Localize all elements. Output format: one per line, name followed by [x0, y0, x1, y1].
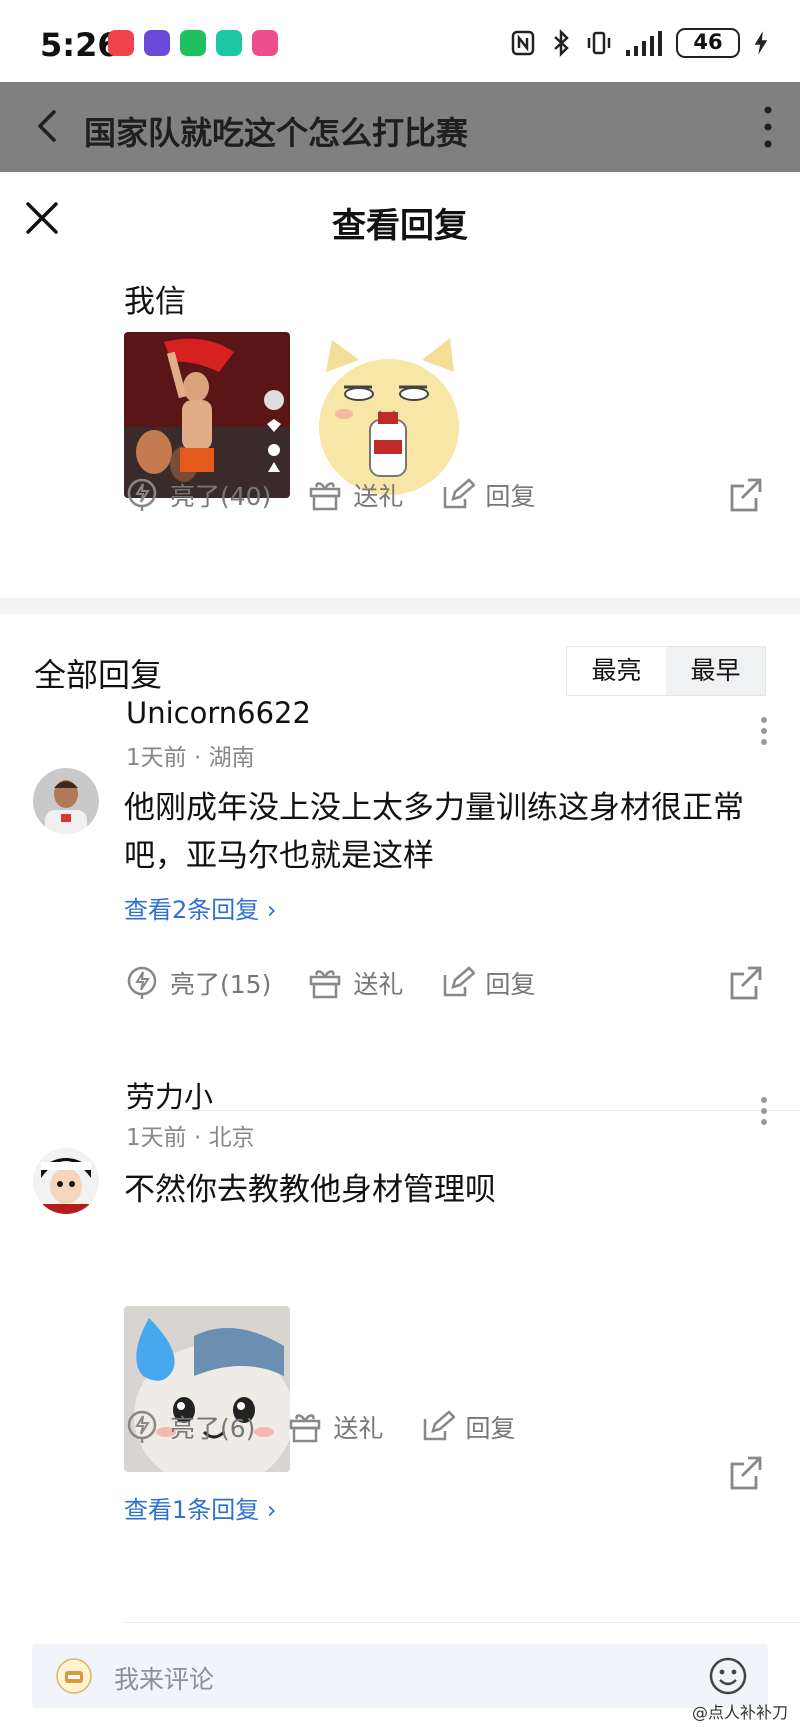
battery-indicator: 46 [676, 28, 740, 58]
gift-icon [310, 482, 341, 511]
comment-separator [124, 1110, 800, 1111]
comment-location: 北京 [208, 1125, 255, 1151]
share-icon[interactable] [726, 474, 766, 514]
chevron-right-icon: › [266, 1496, 277, 1524]
reply-button[interactable]: 回复 [439, 477, 535, 513]
user-avatar-icon [56, 1658, 92, 1694]
composer-placeholder: 我来评论 [114, 1665, 215, 1694]
comment-location: 湖南 [208, 745, 255, 771]
section-divider [0, 598, 800, 614]
avatar[interactable] [33, 1148, 99, 1214]
share-icon[interactable] [726, 1452, 766, 1492]
edit-icon [444, 966, 476, 997]
app-notification-icon [144, 30, 170, 56]
lightning-icon [127, 1410, 157, 1443]
sheet-title: 查看回复 [332, 206, 468, 246]
all-replies-title: 全部回复 [34, 656, 163, 694]
comment-meta: 1天前 · 北京 [126, 1125, 255, 1151]
comment-time: 1天前 [126, 1125, 187, 1151]
like-button[interactable]: 亮了(15) [124, 965, 271, 1001]
comment-text: 不然你去教教他身材管理呗 [124, 1172, 496, 1208]
chevron-right-icon: › [266, 896, 277, 924]
gift-button[interactable]: 送礼 [287, 1409, 383, 1445]
comment-actions: 亮了(6) 送礼 回复 [124, 1402, 551, 1452]
comment-more-icon[interactable] [760, 1096, 768, 1126]
app-notification-icon [108, 30, 134, 56]
comment-meta: 1天前 · 湖南 [126, 745, 255, 771]
more-vertical-icon[interactable] [758, 104, 778, 150]
page-header: 国家队就吃这个怎么打比赛 [0, 82, 800, 172]
charging-icon [754, 31, 768, 55]
watermark: @点人补补刀 [691, 1703, 788, 1722]
reply-button[interactable]: 回复 [439, 965, 535, 1001]
page-title: 国家队就吃这个怎么打比赛 [84, 114, 469, 152]
wechat-icon [180, 30, 206, 56]
comment-composer[interactable]: 我来评论 [32, 1644, 768, 1708]
sort-earliest-button[interactable]: 最早 [666, 647, 765, 695]
gift-label: 送礼 [353, 482, 404, 511]
reply-sheet: 查看回复 我信 亮了(40) 送礼 回复 全部回复 最亮 最早 Unicorn6… [0, 172, 800, 1727]
bluetooth-icon [554, 28, 569, 58]
comment-username[interactable]: Unicorn6622 [126, 696, 311, 730]
like-count: 亮了(15) [170, 970, 272, 999]
reply-button[interactable]: 回复 [419, 1409, 515, 1445]
like-button[interactable]: 亮了(6) [124, 1409, 255, 1445]
edit-icon [424, 1410, 456, 1441]
notification-icons [108, 30, 278, 56]
gift-icon [290, 1414, 321, 1443]
gift-label: 送礼 [353, 970, 404, 999]
avatar[interactable] [33, 768, 99, 834]
nfc-icon [511, 30, 535, 56]
view-replies-link[interactable]: 查看1条回复 › [124, 1490, 277, 1525]
status-bar: 5:26 46 [0, 0, 800, 82]
comment-time: 1天前 [126, 745, 187, 771]
edit-icon [444, 478, 476, 509]
signal-icon [626, 31, 662, 56]
app-notification-icon [216, 30, 242, 56]
vibrate-icon [587, 31, 611, 55]
system-indicators: 46 [510, 28, 770, 58]
gift-button[interactable]: 送礼 [307, 477, 403, 513]
view-replies-link[interactable]: 查看2条回复 › [124, 890, 277, 925]
share-icon[interactable] [726, 962, 766, 1002]
like-count: 亮了(6) [170, 1414, 256, 1443]
reply-label: 回复 [465, 1414, 516, 1443]
comment-username[interactable]: 劳力小 [126, 1074, 213, 1116]
comment-separator [124, 1622, 800, 1623]
app-notification-icon [252, 30, 278, 56]
comment-text: 他刚成年没上没上太多力量训练这身材很正常吧，亚马尔也就是这样 [124, 790, 744, 874]
sort-hottest-button[interactable]: 最亮 [567, 647, 666, 695]
comment-actions: 亮了(15) 送礼 回复 [124, 958, 571, 1008]
reply-label: 回复 [485, 482, 536, 511]
original-comment-actions: 亮了(40) 送礼 回复 [124, 470, 571, 520]
lightning-icon [127, 966, 157, 999]
like-count: 亮了(40) [170, 482, 272, 511]
gift-button[interactable]: 送礼 [307, 965, 403, 1001]
gift-icon [310, 970, 341, 999]
back-arrow-icon[interactable] [28, 106, 68, 146]
emoji-icon[interactable] [708, 1656, 748, 1696]
original-comment-text: 我信 [124, 284, 186, 320]
like-button[interactable]: 亮了(40) [124, 477, 271, 513]
reply-label: 回复 [485, 970, 536, 999]
comment-more-icon[interactable] [760, 716, 768, 746]
gift-label: 送礼 [333, 1414, 384, 1443]
lightning-icon [127, 478, 157, 511]
sort-toggle: 最亮 最早 [566, 646, 766, 696]
